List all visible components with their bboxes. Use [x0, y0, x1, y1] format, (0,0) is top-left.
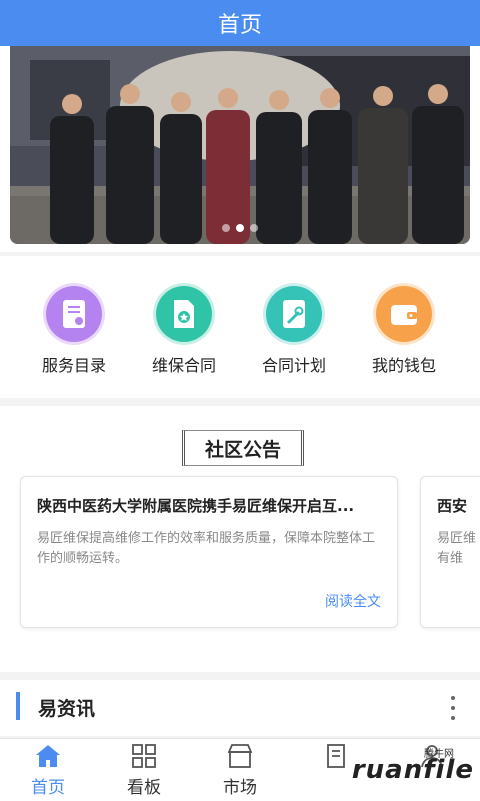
home-icon — [36, 745, 60, 767]
grid-icon — [132, 744, 156, 768]
banner-photo — [10, 46, 470, 244]
quick-actions: 服务目录 维保合同 合同计划 我的钱包 — [0, 256, 480, 398]
bottom-tab-bar: 首页 看板 市场 腾牛网 ruanfile — [0, 738, 480, 801]
quick-action-contract-plan[interactable]: 合同计划 — [239, 286, 349, 376]
banner-carousel[interactable] — [10, 46, 470, 244]
watermark-small-text: 腾牛网 — [424, 749, 454, 760]
more-options-icon[interactable] — [450, 696, 456, 720]
app-header: 首页 — [0, 0, 480, 46]
carousel-dot-3[interactable] — [250, 224, 258, 232]
tab-market[interactable]: 市场 — [192, 743, 288, 798]
quick-action-maintenance-contract[interactable]: 维保合同 — [129, 286, 239, 376]
notice-heading: 社区公告 — [204, 438, 281, 461]
quick-action-service-catalog[interactable]: 服务目录 — [19, 286, 129, 376]
read-more-link[interactable]: 阅读全文 — [325, 591, 381, 611]
store-icon — [227, 744, 253, 768]
page-title: 首页 — [217, 13, 262, 38]
quick-action-label: 合同计划 — [261, 356, 326, 375]
carousel-dot-1[interactable] — [222, 224, 230, 232]
site-watermark: 腾牛网 ruanfile — [296, 745, 474, 795]
banner-section — [0, 46, 480, 252]
certificate-icon — [46, 286, 102, 342]
notice-card-body: 易匠维 有维 — [437, 531, 477, 566]
notice-card-title: 陕西中医药大学附属医院携手易匠维保开启互... — [37, 497, 355, 515]
quick-action-label: 服务目录 — [41, 356, 106, 375]
community-notice-section: 社区公告 陕西中医药大学附属医院携手易匠维保开启互... 易匠维保提高维修工作的… — [0, 406, 480, 672]
watermark-text: ruanfile — [351, 755, 474, 785]
wrench-icon — [266, 286, 322, 342]
notice-card[interactable]: 西安 易匠维 有维 — [420, 476, 480, 628]
notice-card-body: 易匠维保提高维修工作的效率和服务质量，保障本院整体工作的顺畅运转。 — [37, 531, 376, 566]
tab-home[interactable]: 首页 — [0, 743, 96, 798]
carousel-dots — [10, 224, 470, 232]
notice-heading-box: 社区公告 — [182, 430, 304, 466]
tab-label: 看板 — [127, 778, 161, 798]
section-accent-bar — [16, 692, 20, 720]
quick-action-label: 我的钱包 — [371, 356, 436, 375]
wallet-icon — [376, 286, 432, 342]
tab-label: 首页 — [31, 778, 65, 798]
tab-label: 市场 — [223, 778, 257, 798]
quick-action-label: 维保合同 — [151, 356, 216, 375]
news-section-title: 易资讯 — [38, 698, 96, 720]
news-section-header: 易资讯 — [0, 680, 480, 736]
notice-card[interactable]: 陕西中医药大学附属医院携手易匠维保开启互... 易匠维保提高维修工作的效率和服务… — [20, 476, 398, 628]
contract-icon — [156, 286, 212, 342]
tab-dashboard[interactable]: 看板 — [96, 743, 192, 798]
quick-action-my-wallet[interactable]: 我的钱包 — [349, 286, 459, 376]
notice-card-title: 西安 — [437, 497, 468, 515]
carousel-dot-2[interactable] — [236, 224, 244, 232]
